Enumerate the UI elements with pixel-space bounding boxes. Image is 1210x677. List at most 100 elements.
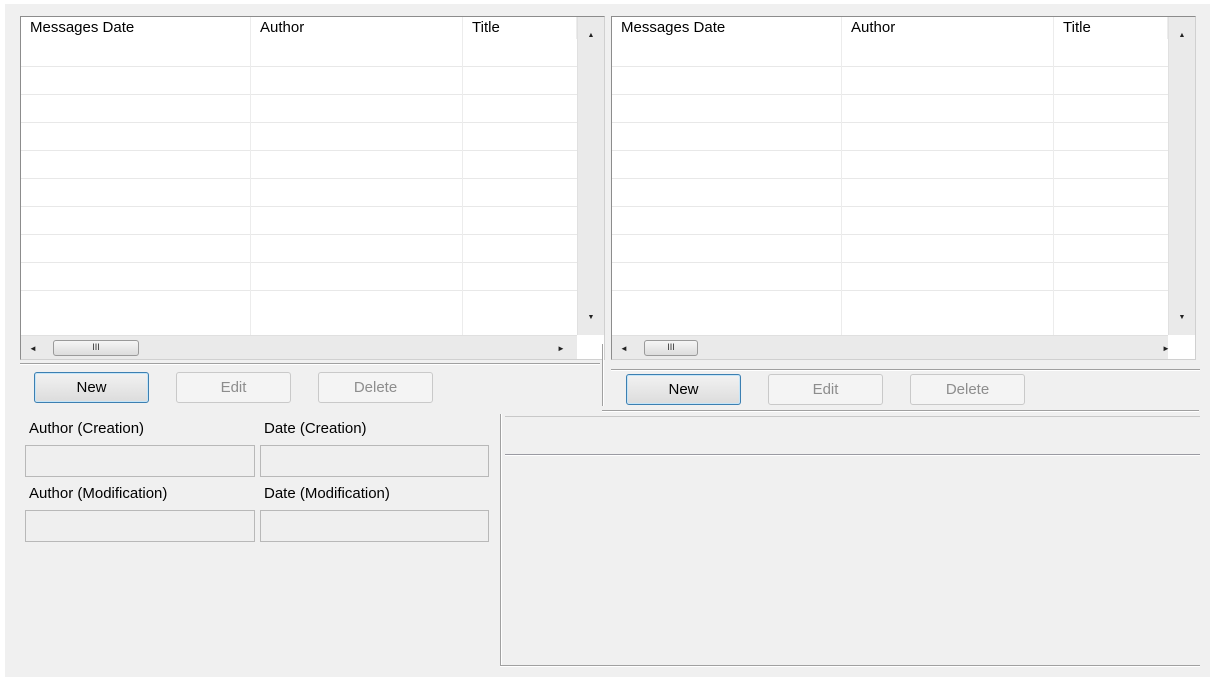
grip-icon: III	[92, 342, 100, 352]
date-modification-label: Date (Modification)	[264, 485, 390, 502]
table-row[interactable]	[21, 235, 577, 263]
horizontal-scroll-thumb[interactable]: III	[53, 340, 139, 356]
table-cell	[251, 95, 463, 123]
scroll-right-arrow-icon[interactable]: ►	[555, 344, 567, 354]
left-panel-separator	[20, 363, 600, 365]
table-cell	[612, 235, 842, 263]
scroll-down-arrow-icon[interactable]: ▼	[585, 313, 597, 323]
main-window: Messages Date Author Title ▲ ▼ ◄ III ► M…	[5, 4, 1210, 677]
date-modification-field[interactable]	[260, 510, 489, 542]
table-cell	[842, 95, 1054, 123]
table-row[interactable]	[21, 67, 577, 95]
table-cell	[251, 123, 463, 151]
table-cell	[612, 207, 842, 235]
left-messages-grid[interactable]: Messages Date Author Title ▲ ▼ ◄ III ►	[20, 16, 605, 360]
table-row[interactable]	[612, 235, 1168, 263]
table-cell	[842, 151, 1054, 179]
table-row[interactable]	[612, 151, 1168, 179]
table-cell	[21, 123, 251, 151]
left-horizontal-scrollbar[interactable]: ◄ III ►	[21, 335, 577, 359]
table-cell	[612, 151, 842, 179]
left-vertical-scrollbar[interactable]: ▲ ▼	[577, 17, 604, 335]
bottom-border	[500, 665, 1200, 667]
right-delete-button[interactable]: Delete	[910, 374, 1025, 405]
right-edit-button[interactable]: Edit	[768, 374, 883, 405]
table-row[interactable]	[612, 39, 1168, 67]
bottom-vertical-splitter[interactable]	[500, 414, 502, 667]
table-row[interactable]	[21, 207, 577, 235]
column-header-messages-date[interactable]: Messages Date	[21, 17, 251, 39]
table-cell	[612, 67, 842, 95]
table-cell	[251, 151, 463, 179]
scroll-left-arrow-icon[interactable]: ◄	[618, 344, 630, 354]
scroll-up-arrow-icon[interactable]: ▲	[585, 31, 597, 41]
right-vertical-scrollbar[interactable]: ▲ ▼	[1168, 17, 1195, 335]
table-cell	[251, 291, 463, 335]
table-row[interactable]	[612, 291, 1168, 335]
left-grid-rows	[21, 39, 577, 335]
author-modification-field[interactable]	[25, 510, 255, 542]
table-cell	[251, 263, 463, 291]
column-header-author[interactable]: Author	[251, 17, 463, 39]
table-cell	[251, 235, 463, 263]
left-new-button[interactable]: New	[34, 372, 149, 403]
table-cell	[21, 235, 251, 263]
middle-separator	[602, 410, 1199, 412]
table-cell	[842, 235, 1054, 263]
message-header-divider	[505, 454, 1200, 456]
scroll-down-arrow-icon[interactable]: ▼	[1176, 313, 1188, 323]
scroll-right-arrow-icon[interactable]: ►	[1160, 344, 1172, 354]
table-row[interactable]	[21, 123, 577, 151]
table-cell	[21, 39, 251, 67]
table-cell	[842, 207, 1054, 235]
table-row[interactable]	[21, 291, 577, 335]
table-row[interactable]	[21, 95, 577, 123]
message-header-strip	[505, 416, 1200, 455]
table-row[interactable]	[612, 123, 1168, 151]
date-creation-field[interactable]	[260, 445, 489, 477]
table-row[interactable]	[21, 151, 577, 179]
scroll-up-arrow-icon[interactable]: ▲	[1176, 31, 1188, 41]
column-header-title[interactable]: Title	[463, 17, 577, 39]
table-row[interactable]	[612, 179, 1168, 207]
table-cell	[251, 207, 463, 235]
horizontal-scroll-thumb[interactable]: III	[644, 340, 698, 356]
date-creation-label: Date (Creation)	[264, 420, 367, 437]
table-row[interactable]	[612, 67, 1168, 95]
table-row[interactable]	[612, 207, 1168, 235]
table-row[interactable]	[21, 263, 577, 291]
table-cell	[612, 95, 842, 123]
table-cell	[251, 67, 463, 95]
column-header-author[interactable]: Author	[842, 17, 1054, 39]
column-header-messages-date[interactable]: Messages Date	[612, 17, 842, 39]
table-cell	[842, 67, 1054, 95]
table-cell	[612, 39, 842, 67]
vertical-splitter[interactable]	[602, 344, 604, 406]
column-header-title[interactable]: Title	[1054, 17, 1168, 39]
table-cell	[842, 179, 1054, 207]
table-row[interactable]	[612, 95, 1168, 123]
scroll-left-arrow-icon[interactable]: ◄	[27, 344, 39, 354]
left-grid-header: Messages Date Author Title	[21, 17, 604, 39]
table-cell	[842, 291, 1054, 335]
table-row[interactable]	[612, 263, 1168, 291]
table-row[interactable]	[21, 39, 577, 67]
right-new-button[interactable]: New	[626, 374, 741, 405]
author-creation-field[interactable]	[25, 445, 255, 477]
left-edit-button[interactable]: Edit	[176, 372, 291, 403]
table-cell	[21, 263, 251, 291]
table-cell	[842, 123, 1054, 151]
right-grid-rows	[612, 39, 1168, 335]
right-panel-separator	[611, 369, 1200, 371]
table-cell	[612, 263, 842, 291]
message-body-area[interactable]	[505, 458, 1200, 665]
right-messages-grid[interactable]: Messages Date Author Title ▲ ▼ ◄ III ►	[611, 16, 1196, 360]
table-cell	[612, 291, 842, 335]
table-cell	[251, 179, 463, 207]
table-cell	[842, 263, 1054, 291]
left-delete-button[interactable]: Delete	[318, 372, 433, 403]
right-grid-header: Messages Date Author Title	[612, 17, 1195, 39]
table-cell	[21, 67, 251, 95]
table-row[interactable]	[21, 179, 577, 207]
right-horizontal-scrollbar[interactable]: ◄ III ►	[612, 335, 1170, 359]
